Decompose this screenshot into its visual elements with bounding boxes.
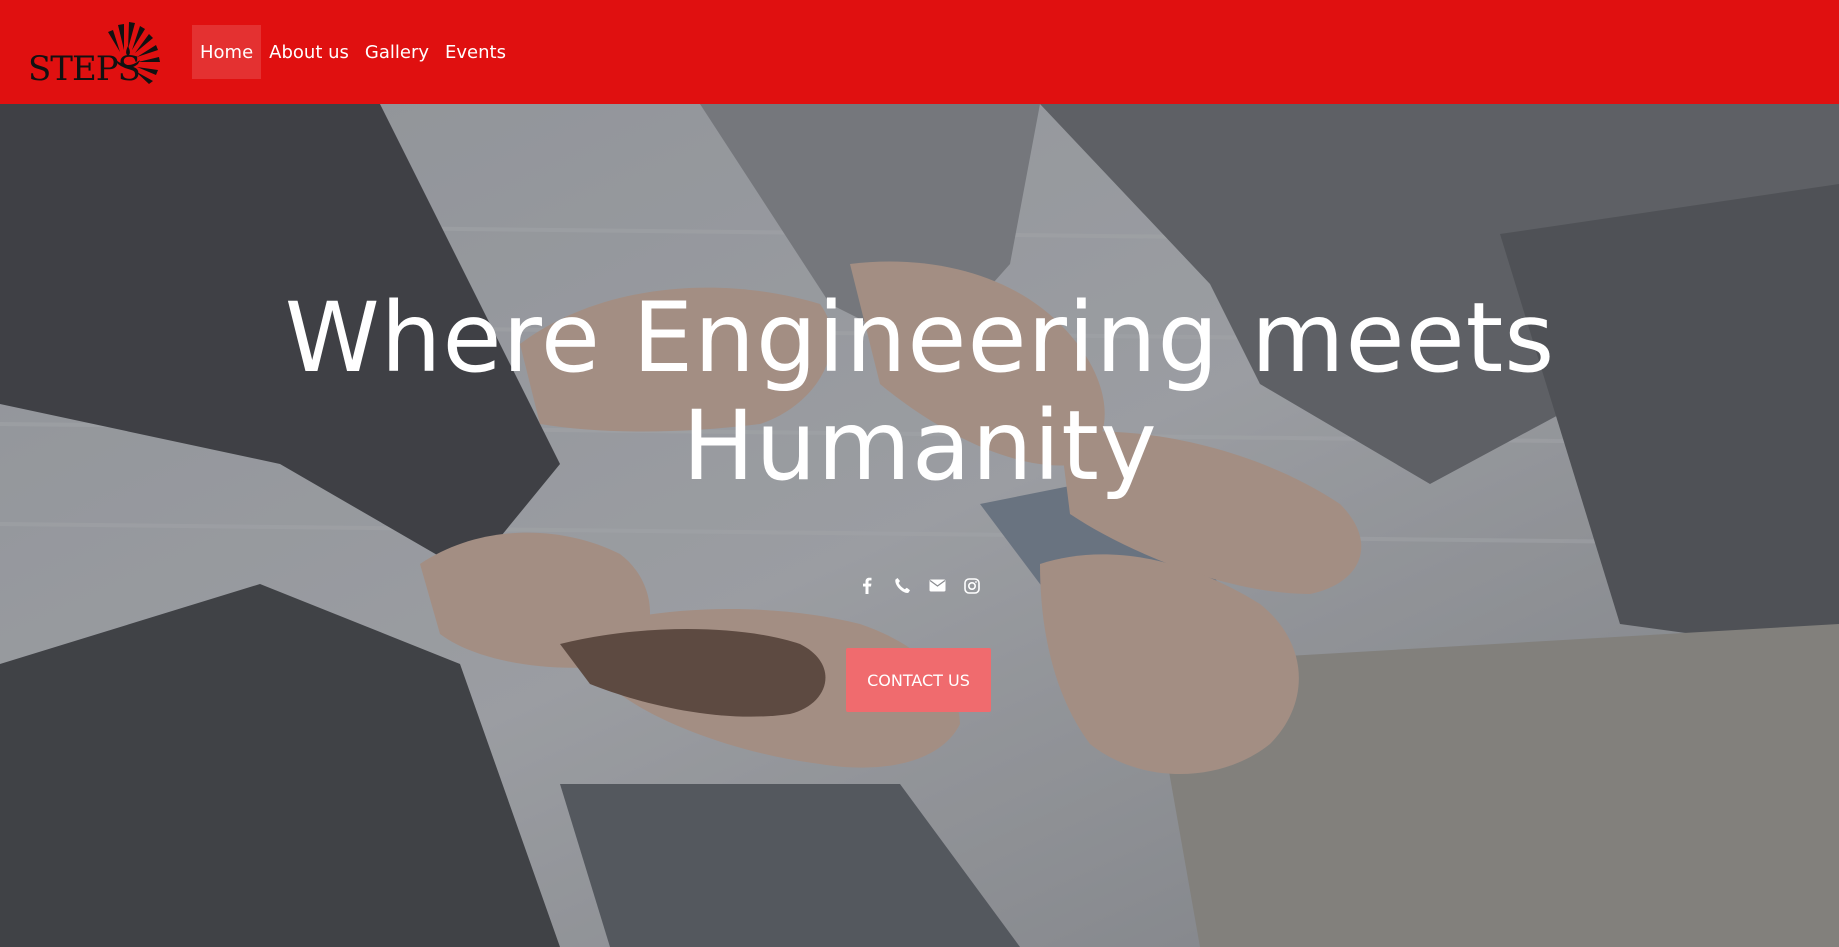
svg-text:STEPS: STEPS <box>28 49 140 84</box>
nav-item-home[interactable]: Home <box>192 25 262 79</box>
instagram-icon[interactable] <box>963 576 982 595</box>
social-links <box>0 576 1839 595</box>
hero-section: Where Engineering meets Humanity CONTACT… <box>0 104 1839 947</box>
steps-logo-image: STEPS <box>28 22 160 89</box>
navbar: STEPS Home About us Gallery Events <box>0 0 1839 104</box>
phone-icon[interactable] <box>893 576 912 595</box>
nav-links: Home About us Gallery Events <box>192 25 514 79</box>
hero-title-line1: Where Engineering meets <box>284 282 1556 394</box>
facebook-icon[interactable] <box>858 576 877 595</box>
nav-item-gallery[interactable]: Gallery <box>357 25 437 79</box>
page: STEPS Home About us Gallery Events Where… <box>0 0 1839 947</box>
nav-item-about-us[interactable]: About us <box>261 25 357 79</box>
hero-title-line2: Humanity <box>682 390 1158 502</box>
contact-us-button[interactable]: CONTACT US <box>846 648 991 712</box>
hero-overlay <box>0 104 1839 947</box>
nav-item-events[interactable]: Events <box>437 25 514 79</box>
steps-logo[interactable]: STEPS <box>28 20 163 89</box>
envelope-icon[interactable] <box>928 576 947 595</box>
hero-title: Where Engineering meets Humanity <box>220 284 1620 500</box>
